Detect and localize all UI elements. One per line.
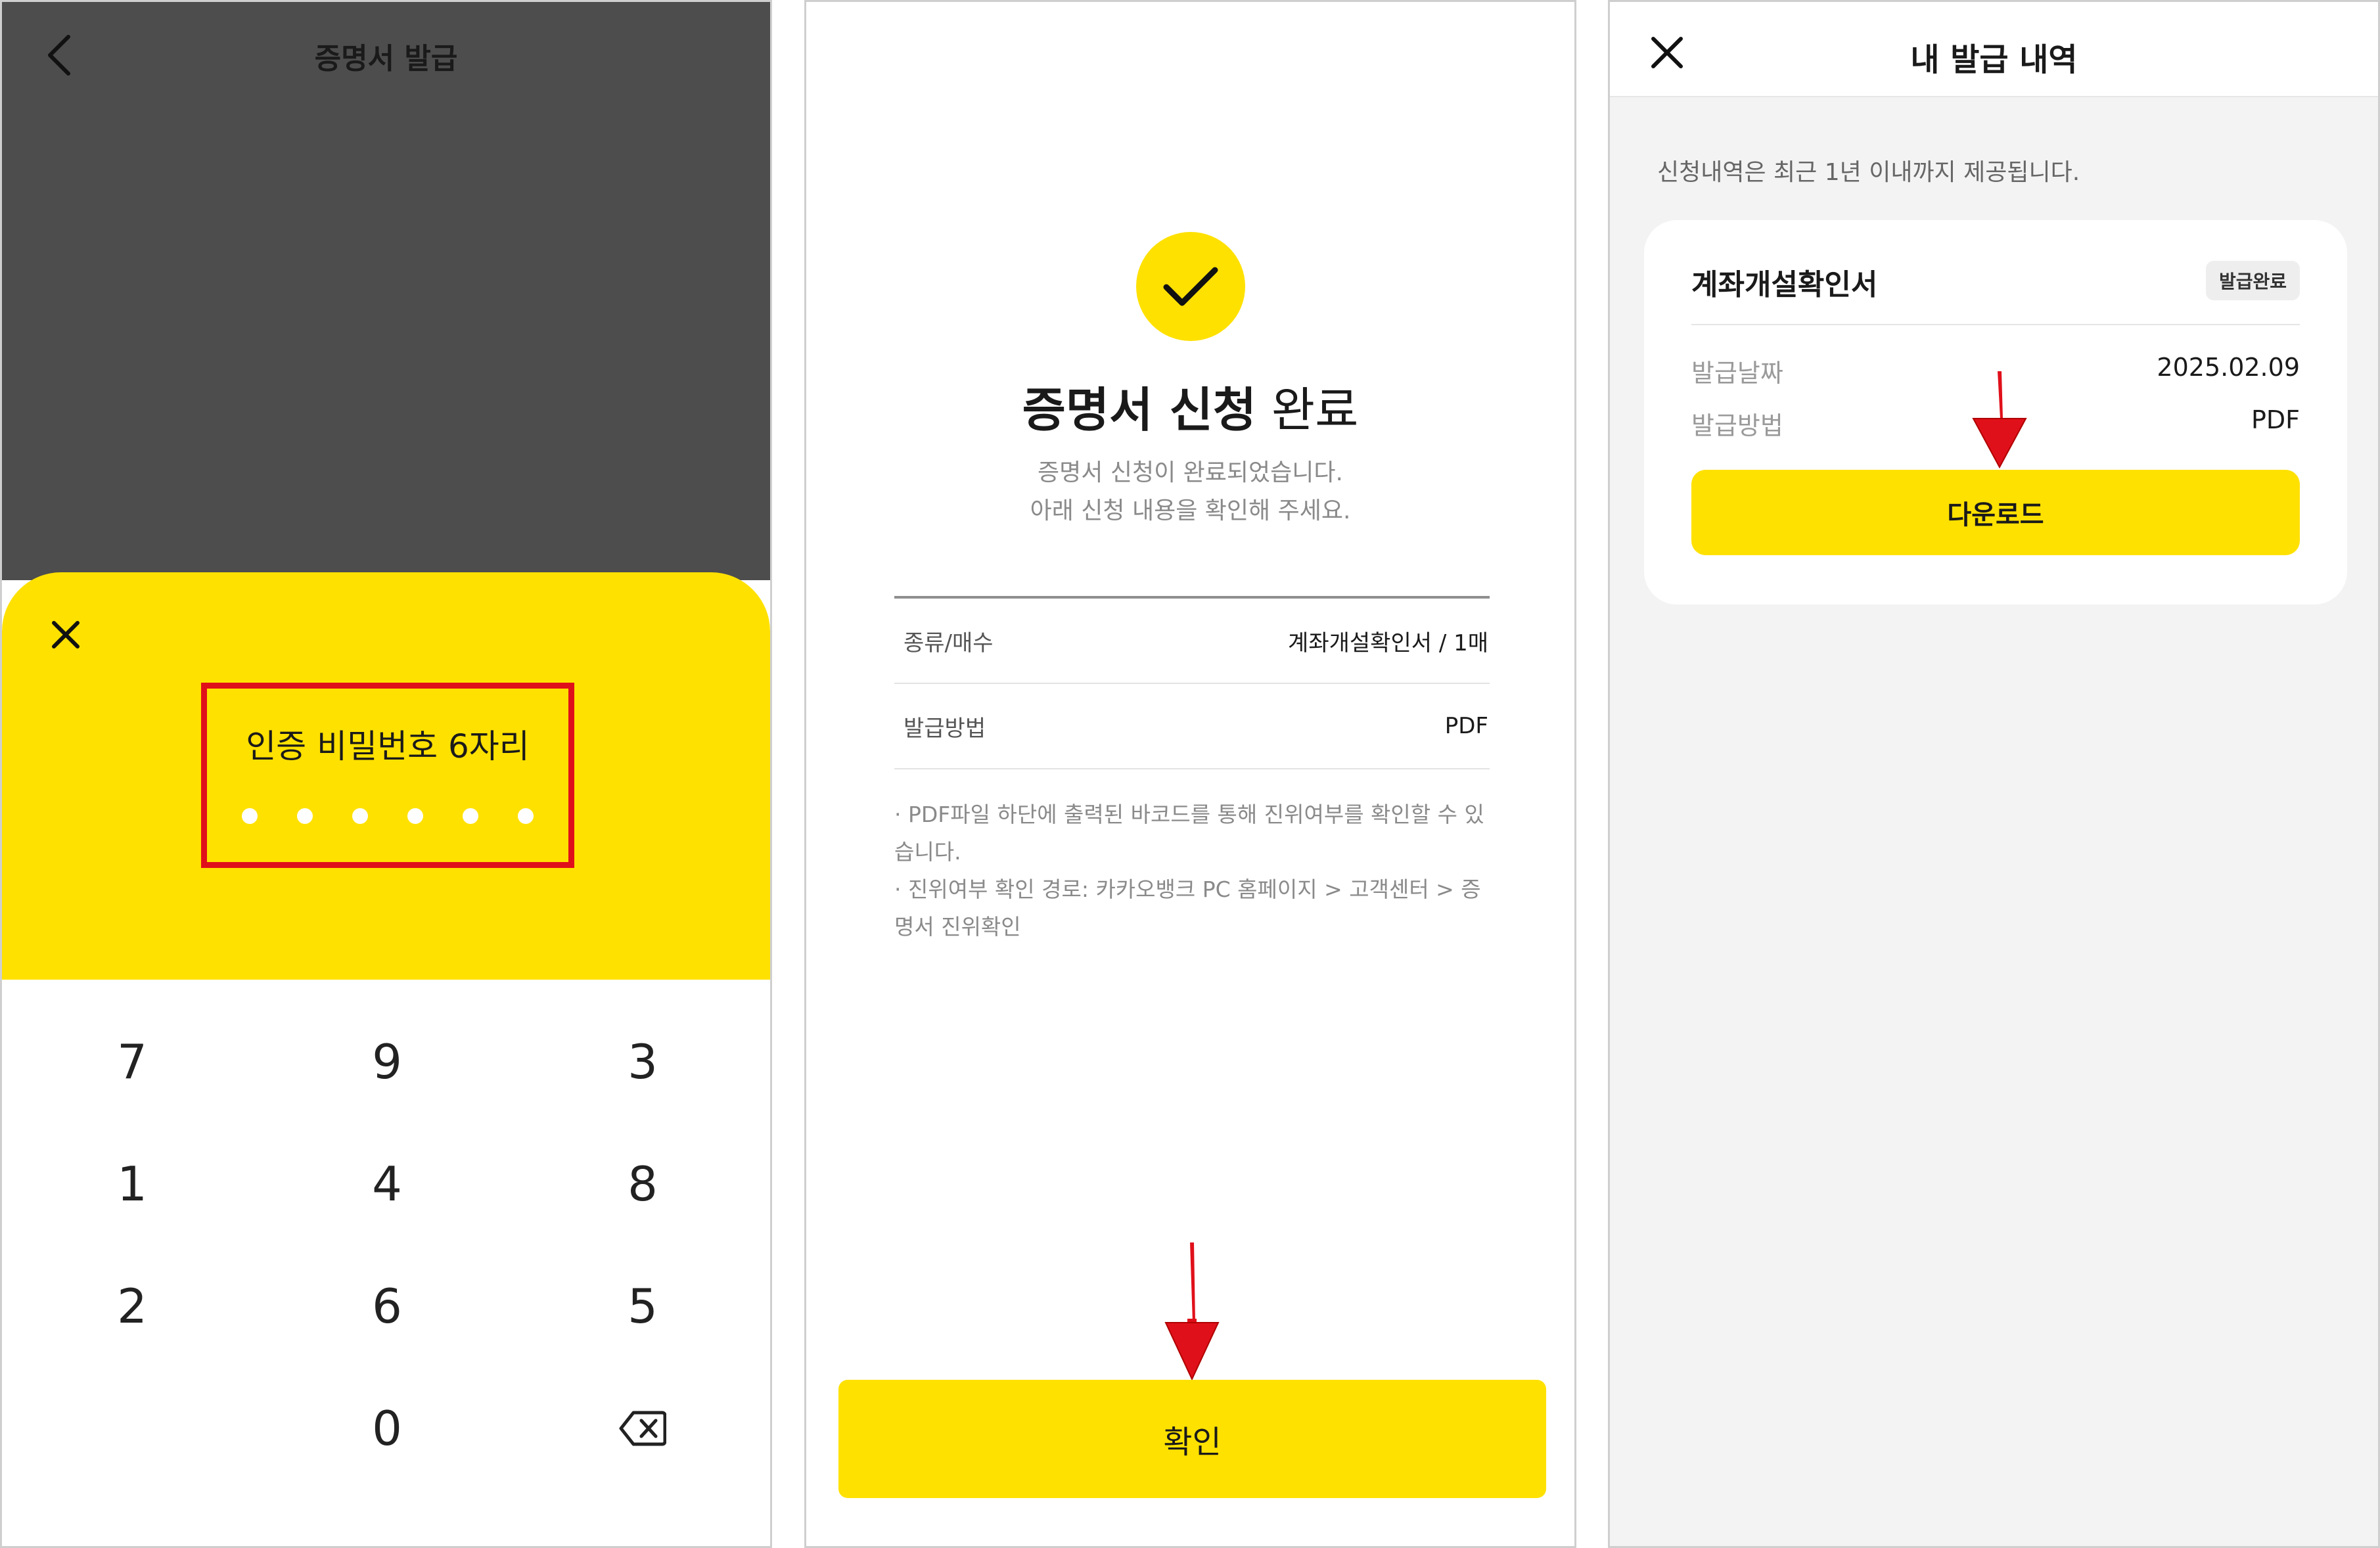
- pin-dot: [407, 808, 423, 824]
- keypad-key[interactable]: 7: [34, 1013, 231, 1111]
- title-bold: 증명서 신청: [1022, 382, 1256, 438]
- keypad-key[interactable]: 5: [544, 1257, 741, 1355]
- request-complete-screen: 증명서 신청 완료 증명서 신청이 완료되었습니다. 아래 신청 내용을 확인해…: [804, 0, 1576, 1548]
- keypad-key[interactable]: 8: [544, 1135, 741, 1233]
- note-barcode: · PDF파일 하단에 출력된 바코드를 통해 진위여부를 확인할 수 있습니다…: [894, 802, 1484, 865]
- status-badge: 발급완료: [2205, 261, 2300, 300]
- pin-label: 인증 비밀번호 6자리: [246, 727, 530, 765]
- row-value: PDF: [1444, 713, 1488, 739]
- row-label: 발급방법: [904, 715, 986, 742]
- issue-method-label: 발급방법: [1691, 411, 1783, 440]
- pin-dot: [518, 808, 534, 824]
- row-value: 계좌개설확인서 / 1매: [1288, 629, 1488, 656]
- notes: · PDF파일 하단에 출력된 바코드를 통해 진위여부를 확인할 수 있습니다…: [894, 796, 1490, 945]
- retention-notice: 신청내역은 최근 1년 이내까지 제공됩니다.: [1657, 159, 2080, 186]
- keypad-key[interactable]: 3: [544, 1013, 741, 1111]
- keypad-key[interactable]: 9: [288, 1013, 486, 1111]
- pin-dot: [463, 808, 478, 824]
- pin-dots: [207, 808, 568, 824]
- pin-bottom-sheet: 인증 비밀번호 6자리: [2, 572, 770, 980]
- close-button[interactable]: [43, 612, 89, 658]
- pin-dot: [352, 808, 368, 824]
- page-title: 증명서 신청 완료: [806, 371, 1574, 440]
- note-verify-path: · 진위여부 확인 경로: 카카오뱅크 PC 홈페이지 > 고객센터 > 증명서…: [894, 876, 1481, 940]
- number-keypad: 793 148 2650: [2, 980, 770, 1546]
- keypad-key[interactable]: 6: [288, 1257, 486, 1355]
- backspace-icon: [619, 1411, 666, 1446]
- backspace-button[interactable]: [544, 1379, 741, 1478]
- description-line-1: 증명서 신청이 완료되었습니다.: [1038, 459, 1343, 486]
- header: 내 발급 내역: [1610, 2, 2378, 97]
- title-light: 완료: [1271, 382, 1359, 438]
- pin-dot: [297, 808, 313, 824]
- request-summary-table: 종류/매수 계좌개설확인서 / 1매 발급방법 PDF: [894, 596, 1490, 769]
- pin-dot: [242, 808, 258, 824]
- keypad-empty: [34, 1379, 231, 1478]
- check-icon: [1163, 267, 1218, 306]
- divider: [1691, 324, 2300, 325]
- issue-history-screen: 내 발급 내역 신청내역은 최근 1년 이내까지 제공됩니다. 계좌개설확인서 …: [1608, 0, 2380, 1548]
- table-row: 종류/매수 계좌개설확인서 / 1매: [894, 599, 1490, 684]
- certificate-title: 계좌개설확인서: [1691, 268, 1878, 302]
- keypad-key[interactable]: 4: [288, 1135, 486, 1233]
- close-icon: [52, 621, 80, 649]
- page-title: 증명서 발급: [314, 42, 458, 76]
- page-title: 내 발급 내역: [1910, 41, 2078, 78]
- keypad-key[interactable]: 0: [288, 1379, 486, 1478]
- description-line-2: 아래 신청 내용을 확인해 주세요.: [1030, 497, 1351, 524]
- header: 증명서 발급: [2, 2, 770, 107]
- pin-entry-screen: 증명서 발급 인증 비밀번호 6자리 793 148 2650: [0, 0, 772, 1548]
- confirm-button[interactable]: 확인: [838, 1380, 1546, 1498]
- red-arrow-down-icon: [1972, 371, 2027, 469]
- red-arrow-down-icon: [1164, 1242, 1220, 1381]
- success-badge: [1136, 232, 1245, 341]
- description: 증명서 신청이 완료되었습니다. 아래 신청 내용을 확인해 주세요.: [806, 454, 1574, 530]
- table-row: 발급방법 PDF: [894, 684, 1490, 769]
- issue-date-label: 발급날짜: [1691, 359, 1783, 388]
- keypad-key[interactable]: 2: [34, 1257, 231, 1355]
- pin-highlight-box: 인증 비밀번호 6자리: [201, 683, 574, 868]
- download-button[interactable]: 다운로드: [1691, 470, 2300, 555]
- keypad-key[interactable]: 1: [34, 1135, 231, 1233]
- issue-method-value: PDF: [2251, 405, 2300, 434]
- issue-date-value: 2025.02.09: [2157, 353, 2300, 382]
- row-label: 종류/매수: [904, 629, 994, 656]
